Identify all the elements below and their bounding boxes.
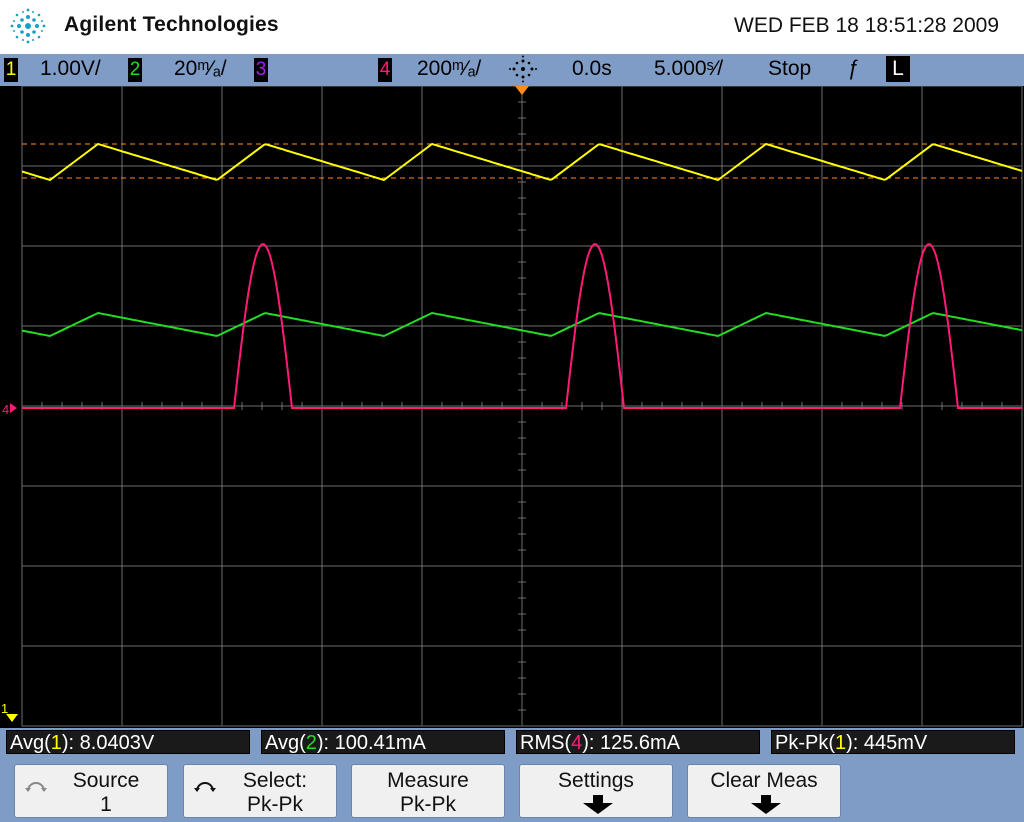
measurement-rms-ch4: RMS(4): 125.6mA: [516, 730, 760, 754]
ch2-number: 2: [128, 58, 142, 82]
measurement-avg-ch2: Avg(2): 100.41mA: [261, 730, 505, 754]
ch2-scale[interactable]: 20ᵐ⁄ₐ/: [174, 57, 227, 81]
timebase-scale[interactable]: 5.000ˢ⁄/: [654, 57, 723, 81]
ch4-status[interactable]: 4: [378, 57, 392, 82]
ch3-number: 3: [254, 58, 268, 82]
ch1-ground-arrow-icon: [6, 714, 18, 722]
ch4-number: 4: [378, 58, 392, 82]
softkey-bar: Source 1 Select: Pk-Pk Measure Pk-Pk Set…: [0, 758, 1024, 822]
ch1-scale[interactable]: 1.00V/: [40, 57, 101, 81]
clear-meas-softkey[interactable]: Clear Meas: [687, 764, 841, 818]
settings-softkey[interactable]: Settings: [519, 764, 673, 818]
ch1-ground-marker: 1: [1, 701, 8, 716]
ch4-scale[interactable]: 200ᵐ⁄ₐ/: [417, 57, 481, 81]
ch2-status[interactable]: 2: [128, 57, 142, 82]
waveform-display: 41: [0, 85, 1024, 728]
date-time: WED FEB 18 18:51:28 2009: [734, 14, 999, 37]
source-softkey[interactable]: Source 1: [14, 764, 168, 818]
brand-name: Agilent Technologies: [64, 13, 279, 36]
title-bar: Agilent Technologies WED FEB 18 18:51:28…: [0, 0, 1024, 54]
trigger-slope-icon[interactable]: ƒ: [848, 57, 860, 81]
down-arrow-icon: [583, 795, 613, 814]
measure-softkey[interactable]: Measure Pk-Pk: [351, 764, 505, 818]
acquisition-spark-icon: [508, 55, 538, 89]
ch4-ground-arrow-icon: [10, 403, 17, 413]
ch3-status[interactable]: 3: [254, 57, 268, 82]
trigger-mode[interactable]: L: [886, 56, 910, 82]
status-bar: 1 1.00V/ 2 20ᵐ⁄ₐ/ 3 4 200ᵐ⁄ₐ/ 0.0s 5.000…: [0, 54, 1024, 86]
trigger-position-marker: [515, 86, 529, 95]
ch1-number: 1: [4, 58, 18, 82]
delay-value[interactable]: 0.0s: [572, 57, 612, 81]
select-softkey[interactable]: Select: Pk-Pk: [183, 764, 337, 818]
graticule: 41: [1, 85, 1023, 727]
ch1-status[interactable]: 1: [4, 57, 18, 82]
down-arrow-icon: [751, 795, 781, 814]
run-state[interactable]: Stop: [768, 57, 811, 81]
measurement-bar: Avg(1): 8.0403V Avg(2): 100.41mA RMS(4):…: [0, 728, 1024, 758]
measurement-avg-ch1: Avg(1): 8.0403V: [6, 730, 250, 754]
measurement-pkpk-ch1: Pk-Pk(1): 445mV: [771, 730, 1015, 754]
ch4-ground-marker: 4: [2, 402, 9, 417]
agilent-spark-logo-icon: [10, 8, 46, 44]
